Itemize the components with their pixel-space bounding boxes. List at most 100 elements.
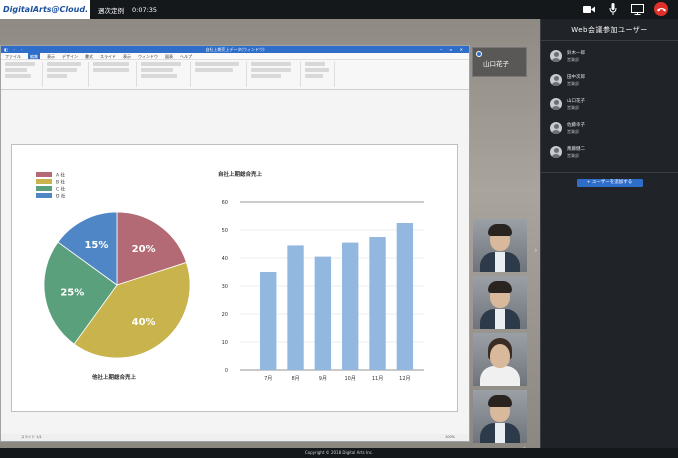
meeting-timer: 0:07:35 xyxy=(132,5,158,14)
bar xyxy=(396,223,414,370)
legend-label: C 社 xyxy=(56,186,66,193)
add-user-button[interactable]: + ユーザーを追加する xyxy=(576,179,643,187)
bar xyxy=(260,272,277,370)
menu-item[interactable]: 表示 xyxy=(47,53,55,59)
slide-canvas: A 社B 社C 社D 社 20% 40% 25% 15% 他社上期総合売上 自社上期総… xyxy=(11,144,458,412)
pie-chart-title: 他社上期総合売上 xyxy=(91,373,137,381)
window-controls[interactable]: ‒ ▫ ✕ xyxy=(440,46,466,53)
user-avatar-icon xyxy=(550,74,562,86)
menu-item[interactable]: ヘルプ xyxy=(180,53,192,59)
participant-item[interactable]: 田中次郎 営業部 xyxy=(541,68,678,92)
self-video-name: 山口花子 xyxy=(483,60,509,68)
ribbon-group[interactable] xyxy=(93,62,137,87)
participant-video[interactable] xyxy=(473,219,527,272)
y-tick-label: 30 xyxy=(222,284,228,290)
y-tick-label: 50 xyxy=(222,228,228,234)
x-tick-label: 9月 xyxy=(319,376,327,382)
menu-item[interactable]: 表示 xyxy=(123,53,131,59)
x-tick-label: 7月 xyxy=(264,376,272,382)
shared-document-window: ◧ ◦ ◦ 自社上期売上データ(ウィンドウ) ‒ ▫ ✕ ファイル 編集 表示 … xyxy=(0,45,470,442)
participant-dept: 営業部 xyxy=(567,104,579,110)
x-tick-label: 8月 xyxy=(291,376,299,382)
participant-dept: 営業部 xyxy=(567,80,579,86)
document-title: 自社上期売上データ(ウィンドウ) xyxy=(205,47,265,52)
window-menu-icon[interactable]: ◧ ◦ ◦ xyxy=(4,46,25,53)
bar xyxy=(287,245,304,370)
zoom-level[interactable]: 100% xyxy=(445,434,455,441)
legend-swatch xyxy=(36,186,52,191)
ribbon-group[interactable] xyxy=(195,62,247,87)
participants-sidebar: Web会議参加ユーザー 鈴木一郎 営業部 田中次郎 営業部 山口花子 営業部 佐藤幸子… xyxy=(540,19,678,448)
legend-swatch xyxy=(36,172,52,177)
bar xyxy=(314,256,332,370)
legend-swatch xyxy=(36,193,52,198)
menu-item[interactable]: スライド xyxy=(100,53,116,59)
sidebar-divider xyxy=(541,172,678,173)
y-tick-label: 20 xyxy=(222,312,228,318)
ribbon-group[interactable] xyxy=(141,62,191,87)
ribbon-group[interactable] xyxy=(5,62,43,87)
hang-up-button[interactable] xyxy=(654,2,668,16)
participant-item[interactable]: 斎藤健二 営業部 xyxy=(541,140,678,164)
footer-copyright: Copyright © 2018 Digital Arts Inc. xyxy=(0,448,678,458)
menu-item[interactable]: ウィンドウ xyxy=(138,53,158,59)
legend-swatch xyxy=(36,179,52,184)
pie-legend: A 社B 社C 社D 社 xyxy=(36,172,66,200)
video-camera-icon[interactable] xyxy=(582,2,596,16)
y-tick-label: 60 xyxy=(222,200,228,206)
ribbon-group[interactable] xyxy=(47,62,89,87)
meeting-title: 週次定例 xyxy=(98,6,124,15)
document-ribbon xyxy=(1,60,469,90)
pie-slice-label: 20% xyxy=(132,244,156,255)
participant-dept: 営業部 xyxy=(567,128,579,134)
pie-slice-label: 25% xyxy=(60,288,84,299)
document-title-bar: ◧ ◦ ◦ 自社上期売上データ(ウィンドウ) ‒ ▫ ✕ xyxy=(1,46,469,53)
self-video-tile[interactable]: 山口花子 xyxy=(472,47,527,77)
screen-share-icon[interactable] xyxy=(630,2,644,16)
pie-slice-label: 15% xyxy=(84,240,108,251)
participant-item[interactable]: 佐藤幸子 営業部 xyxy=(541,116,678,140)
ribbon-group[interactable] xyxy=(305,62,335,87)
call-controls xyxy=(582,2,668,16)
y-tick-label: 40 xyxy=(222,256,228,262)
legend-label: B 社 xyxy=(56,179,66,186)
participant-video[interactable] xyxy=(473,333,527,386)
pie-slice-label: 40% xyxy=(132,317,156,328)
bar xyxy=(369,237,386,370)
x-tick-label: 10月 xyxy=(345,376,356,382)
participant-silhouette xyxy=(480,366,520,386)
bar-chart: 0 10 20 30 40 50 60 7月 8月 9月 10月 11月 12月 xyxy=(222,200,424,382)
menu-item[interactable]: デザイン xyxy=(62,53,78,59)
document-status-bar: スライド 1/1 100% xyxy=(1,434,469,441)
chevron-right-icon[interactable]: › xyxy=(534,246,538,256)
self-video-badge xyxy=(476,51,482,57)
menu-item[interactable]: 書式 xyxy=(85,53,93,59)
meeting-stage: ◧ ◦ ◦ 自社上期売上データ(ウィンドウ) ‒ ▫ ✕ ファイル 編集 表示 … xyxy=(0,19,540,448)
bar-chart-title: 自社上期総合売上 xyxy=(218,170,263,178)
charts-svg: A 社B 社C 社D 社 20% 40% 25% 15% 他社上期総合売上 自社上期総… xyxy=(36,170,424,382)
user-avatar-icon xyxy=(550,146,562,158)
top-bar: DigitalArts@Cloud. 週次定例 0:07:35 xyxy=(0,0,678,19)
participant-video[interactable] xyxy=(473,276,527,329)
participant-thumbnails xyxy=(473,219,527,443)
app-logo: DigitalArts@Cloud. xyxy=(0,0,90,19)
x-tick-label: 12月 xyxy=(399,376,410,382)
y-tick-label: 0 xyxy=(225,368,228,374)
user-avatar-icon xyxy=(550,50,562,62)
participant-item[interactable]: 鈴木一郎 営業部 xyxy=(541,44,678,68)
bar xyxy=(342,242,359,370)
menu-item[interactable]: 編集 xyxy=(28,53,40,59)
ribbon-group[interactable] xyxy=(251,62,301,87)
y-tick-label: 10 xyxy=(222,340,228,346)
menu-item[interactable]: 図表 xyxy=(165,53,173,59)
menu-item[interactable]: ファイル xyxy=(5,53,21,59)
participant-dept: 営業部 xyxy=(567,56,579,62)
legend-label: D 社 xyxy=(56,193,66,200)
phone-icon xyxy=(656,7,666,11)
x-tick-label: 11月 xyxy=(372,376,383,382)
microphone-icon[interactable] xyxy=(606,2,620,16)
user-avatar-icon xyxy=(550,122,562,134)
participant-dept: 営業部 xyxy=(567,152,579,158)
participant-video[interactable] xyxy=(473,390,527,443)
participant-item[interactable]: 山口花子 営業部 xyxy=(541,92,678,116)
